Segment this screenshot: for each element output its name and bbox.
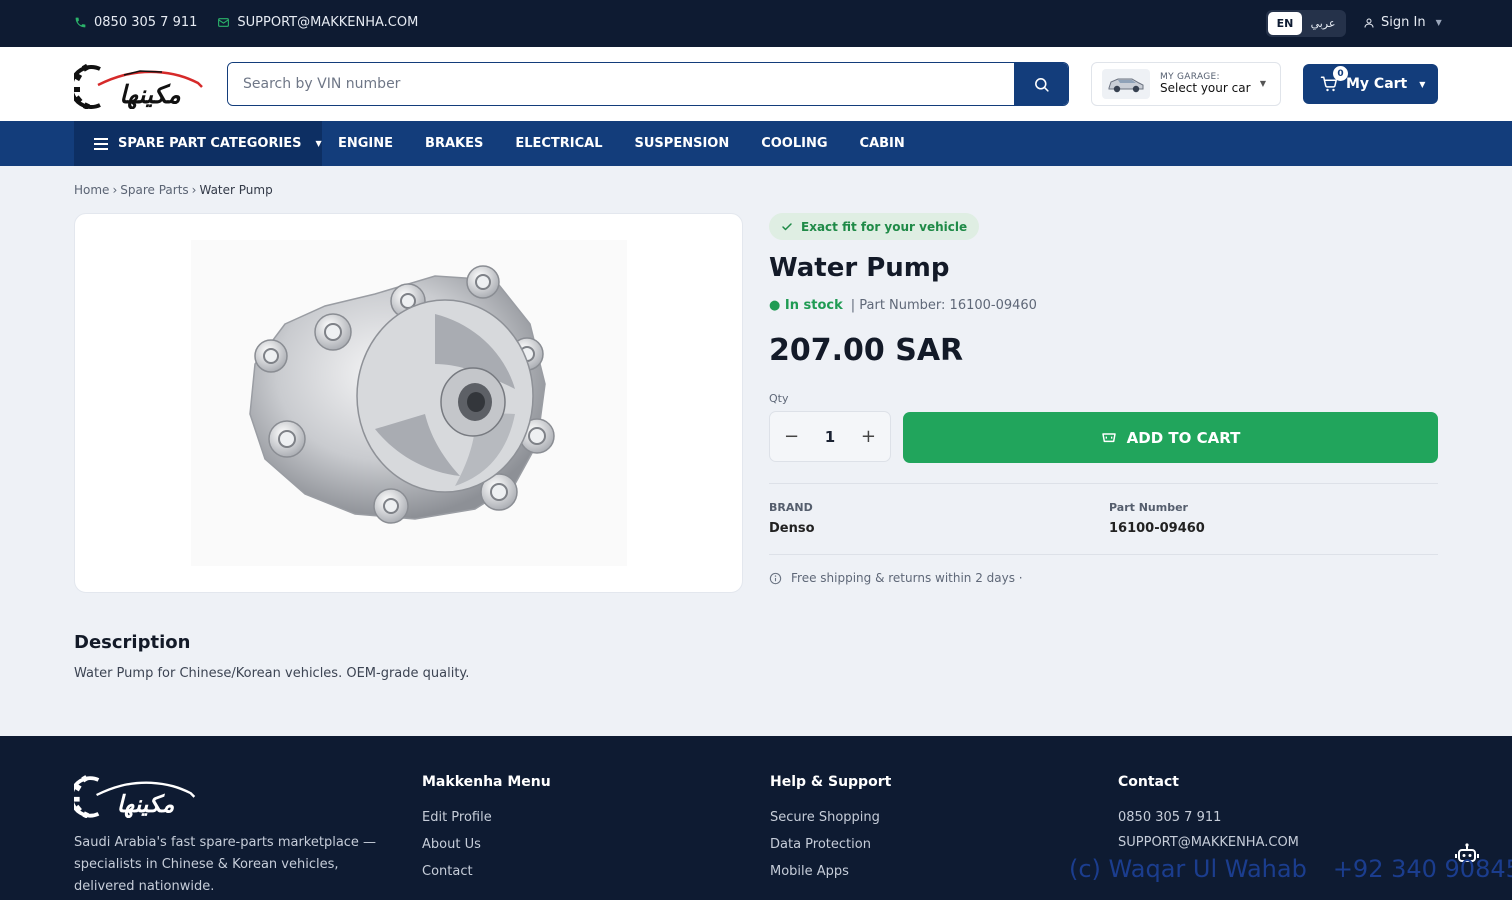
nav-link-cabin[interactable]: CABIN [860,136,905,151]
vin-search-input[interactable] [228,63,1014,105]
footer-help: Help & Support Secure Shopping Data Prot… [770,774,891,891]
qty-label: Qty [769,392,789,405]
breadcrumb-separator: › [112,183,118,197]
car-icon [1102,69,1150,99]
chevron-down-icon: ▼ [1259,79,1266,88]
cart-count-badge: 0 [1333,66,1348,81]
footer-link-data-protection[interactable]: Data Protection [770,837,891,852]
add-to-cart-label: ADD TO CART [1126,428,1241,447]
nav-links: ENGINE BRAKES ELECTRICAL SUSPENSION COOL… [338,121,905,166]
search-icon [1034,77,1049,92]
brand-value: Denso [769,521,815,536]
watermark: (c) Waqar Ul Wahab +92 340 9084564 [1069,855,1512,883]
qty-value[interactable]: 1 [825,428,835,446]
footer-link-mobile-apps[interactable]: Mobile Apps [770,864,891,879]
footer-menu: Makkenha Menu Edit Profile About Us Cont… [422,774,551,891]
language-switcher: EN عربي [1266,10,1346,37]
footer-contact: Contact 0850 305 7 911 SUPPORT@MAKKENHA.… [1118,774,1299,860]
product-title: Water Pump [769,253,950,283]
info-icon [769,572,782,584]
stock-row: ● In stock | Part Number: 16100-09460 [769,298,1037,313]
nav-link-engine[interactable]: ENGINE [338,136,393,151]
divider [769,554,1438,555]
footer-menu-title: Makkenha Menu [422,774,551,790]
brand-label: BRAND [769,501,813,514]
categories-label: SPARE PART CATEGORIES [118,136,302,151]
watermark-name: (c) Waqar Ul Wahab [1069,855,1307,883]
shipping-text: Free shipping & returns within 2 days · [791,571,1023,585]
basket-icon [1101,432,1116,442]
chevron-down-icon: ▼ [1419,79,1426,89]
top-phone-text: 0850 305 7 911 [94,15,198,30]
footer-link-contact[interactable]: Contact [422,864,551,879]
cart-label: My Cart [1346,76,1408,92]
garage-value: Select your car [1160,81,1251,96]
top-email-text: SUPPORT@MAKKENHA.COM [237,15,419,30]
footer-link-about-us[interactable]: About Us [422,837,551,852]
product-image-card [74,213,743,593]
part-number-value: 16100-09460 [1109,521,1205,536]
fit-badge-text: Exact fit for your vehicle [801,219,968,234]
check-icon [782,222,792,230]
lang-en-button[interactable]: EN [1268,12,1302,35]
exact-fit-badge: Exact fit for your vehicle [769,213,980,240]
makkenha-logo[interactable]: مكينها [74,61,208,109]
watermark-phone: +92 340 9084564 [1332,855,1512,883]
water-pump-product-image[interactable] [75,214,743,593]
qty-increase-button[interactable]: + [861,426,876,447]
nav-link-electrical[interactable]: ELECTRICAL [515,136,602,151]
footer-link-secure-shopping[interactable]: Secure Shopping [770,810,891,825]
nav-link-cooling[interactable]: COOLING [761,136,827,151]
top-bar: 0850 305 7 911 SUPPORT@MAKKENHA.COM EN ع… [0,0,1512,47]
chevron-down-icon: ▼ [315,139,322,148]
stock-status: ● In stock [769,298,843,313]
divider [769,483,1438,484]
sign-in-button[interactable]: Sign In ▼ [1363,15,1442,30]
phone-icon [75,17,86,28]
mail-icon [218,18,230,27]
breadcrumb-spare-parts[interactable]: Spare Parts [120,183,188,197]
spare-part-categories-menu[interactable]: SPARE PART CATEGORIES ▼ [74,121,322,166]
breadcrumb-separator: › [191,183,197,197]
vin-search [227,62,1069,106]
main-nav: SPARE PART CATEGORIES ▼ ENGINE BRAKES EL… [0,121,1512,166]
add-to-cart-button[interactable]: ADD TO CART [903,412,1438,463]
header: مكينها MY GARAGE: Select your car ▼ 0 My… [0,47,1512,121]
brand-spec: BRAND Denso [769,501,815,536]
product-price: 207.00 SAR [769,333,964,368]
part-number-spec: Part Number 16100-09460 [1109,501,1205,536]
description-text: Water Pump for Chinese/Korean vehicles. … [74,666,470,681]
top-email[interactable]: SUPPORT@MAKKENHA.COM [217,15,418,30]
description-heading: Description [74,632,191,653]
footer-logo[interactable]: مكينها [74,772,200,818]
my-garage-selector[interactable]: MY GARAGE: Select your car ▼ [1091,62,1281,106]
breadcrumb: Home › Spare Parts › Water Pump [74,183,273,197]
sign-in-label: Sign In [1381,15,1426,30]
breadcrumb-home[interactable]: Home [74,183,109,197]
svg-text:مكينها: مكينها [119,80,181,109]
menu-icon [94,137,108,150]
nav-link-brakes[interactable]: BRAKES [425,136,483,151]
shipping-note: Free shipping & returns within 2 days · [769,571,1023,585]
footer-about: Saudi Arabia's fast spare-parts marketpl… [74,835,377,894]
footer-help-title: Help & Support [770,774,892,790]
svg-text:مكينها: مكينها [117,790,175,818]
breadcrumb-current: Water Pump [199,183,273,197]
top-phone[interactable]: 0850 305 7 911 [74,15,197,30]
search-button[interactable] [1014,63,1068,105]
my-cart-button[interactable]: 0 My Cart ▼ [1303,64,1438,104]
nav-link-suspension[interactable]: SUSPENSION [635,136,730,151]
footer-contact-title: Contact [1118,774,1179,790]
user-icon [1364,18,1374,28]
top-contact: 0850 305 7 911 SUPPORT@MAKKENHA.COM [74,15,418,30]
footer-link-edit-profile[interactable]: Edit Profile [422,810,551,825]
qty-decrease-button[interactable]: − [784,426,799,447]
part-number-label: Part Number [1109,501,1188,514]
footer-contact-phone[interactable]: 0850 305 7 911 [1118,810,1299,825]
chevron-down-icon: ▼ [1435,18,1442,27]
lang-ar-button[interactable]: عربي [1302,17,1344,30]
quantity-stepper: − 1 + [769,411,891,462]
footer-contact-email[interactable]: SUPPORT@MAKKENHA.COM [1118,835,1299,850]
part-number-line: | Part Number: 16100-09460 [850,298,1037,313]
